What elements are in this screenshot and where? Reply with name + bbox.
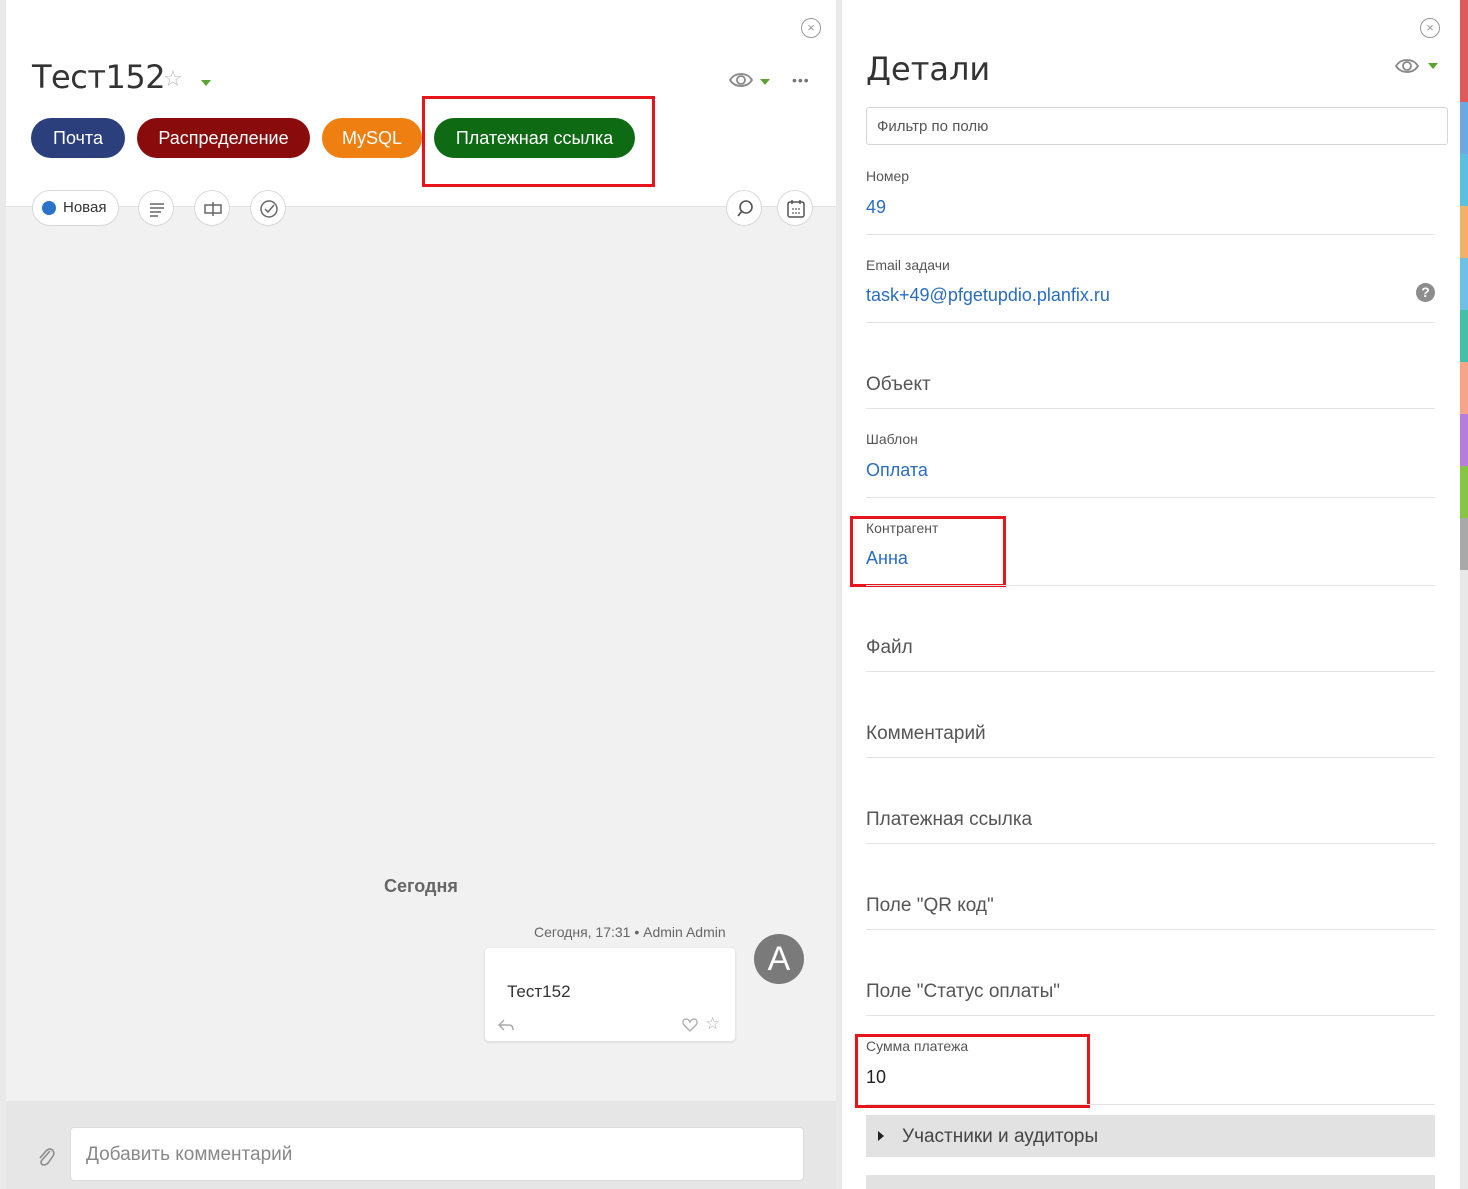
template-label: Шаблон <box>866 431 918 447</box>
next-section[interactable] <box>866 1175 1435 1189</box>
close-details-icon[interactable]: × <box>1420 18 1440 38</box>
divider <box>866 929 1435 930</box>
avatar[interactable]: A <box>754 934 804 984</box>
message-card: Тест152 ☆ <box>485 948 735 1041</box>
divider <box>866 1015 1435 1016</box>
message-meta: Сегодня, 17:31 • Admin Admin <box>534 924 726 940</box>
checklist-button[interactable] <box>250 190 286 226</box>
close-task-icon[interactable]: × <box>801 18 821 38</box>
task-header: × Тест152 ☆ ••• Почта Распределение MySQ… <box>6 0 836 206</box>
toolbar-divider <box>6 206 836 207</box>
comment-input[interactable]: Добавить комментарий <box>70 1127 804 1181</box>
divider <box>866 322 1435 323</box>
help-icon[interactable]: ? <box>1416 283 1435 302</box>
divider <box>866 757 1435 758</box>
highlight-box <box>850 516 1006 587</box>
details-eye-icon[interactable] <box>1394 56 1420 76</box>
payment-status-field[interactable]: Поле "Статус оплаты" <box>866 981 1060 1003</box>
reply-icon[interactable] <box>497 1018 515 1032</box>
divider <box>866 843 1435 844</box>
highlight-box <box>855 1034 1090 1108</box>
divider <box>866 497 1435 498</box>
watch-caret-icon[interactable] <box>760 79 770 85</box>
template-value[interactable]: Оплата <box>866 460 928 481</box>
more-menu-icon[interactable]: ••• <box>792 72 810 88</box>
action-button-distribution[interactable]: Распределение <box>137 118 310 158</box>
email-label: Email задачи <box>866 257 950 273</box>
paperclip-icon[interactable] <box>36 1145 56 1169</box>
task-panel: × Тест152 ☆ ••• Почта Распределение MySQ… <box>6 0 836 1189</box>
number-value[interactable]: 49 <box>866 197 886 218</box>
status-dot-icon <box>42 201 56 215</box>
divider <box>866 1104 1435 1105</box>
details-title: Детали <box>866 50 991 88</box>
field-filter-input[interactable]: Фильтр по полю <box>866 107 1448 145</box>
divider <box>866 585 1435 586</box>
comment-bar: Добавить комментарий <box>6 1101 836 1189</box>
like-heart-icon[interactable] <box>682 1018 698 1032</box>
lines-icon <box>150 203 164 217</box>
object-field[interactable]: Объект <box>866 374 931 396</box>
description-button[interactable] <box>138 190 174 226</box>
divider <box>866 671 1435 672</box>
comment-field[interactable]: Комментарий <box>866 723 986 745</box>
title-caret-icon[interactable] <box>201 80 211 86</box>
payment-link-field[interactable]: Платежная ссылка <box>866 809 1032 831</box>
status-label: Новая <box>63 199 107 216</box>
status-button[interactable]: Новая <box>32 190 119 226</box>
check-circle-icon <box>260 200 278 218</box>
qr-code-field[interactable]: Поле "QR код" <box>866 895 994 917</box>
details-eye-caret-icon[interactable] <box>1428 63 1438 69</box>
watch-eye-icon[interactable] <box>728 70 754 90</box>
calendar-icon <box>787 200 805 218</box>
action-button-mysql[interactable]: MySQL <box>322 118 422 158</box>
fields-button[interactable] <box>194 190 230 226</box>
favorite-message-star-icon[interactable]: ☆ <box>705 1014 720 1034</box>
divider <box>866 234 1435 235</box>
email-value[interactable]: task+49@pfgetupdio.planfix.ru <box>866 285 1110 306</box>
task-title: Тест152 <box>32 58 166 96</box>
number-label: Номер <box>866 168 910 184</box>
input-field-icon <box>204 202 222 216</box>
search-icon <box>737 200 753 217</box>
calendar-button[interactable] <box>777 190 813 226</box>
divider <box>866 408 1435 409</box>
participants-section-toggle[interactable]: Участники и аудиторы <box>866 1115 1435 1157</box>
favorite-star-icon[interactable]: ☆ <box>163 66 183 92</box>
action-button-mail[interactable]: Почта <box>31 118 125 158</box>
participants-section-label: Участники и аудиторы <box>902 1126 1099 1147</box>
day-separator: Сегодня <box>384 876 458 896</box>
message-text: Тест152 <box>507 982 571 1001</box>
highlight-box <box>422 96 655 187</box>
expand-triangle-icon <box>878 1131 884 1141</box>
color-strip <box>1460 0 1468 1189</box>
file-field[interactable]: Файл <box>866 637 913 659</box>
details-panel: × Детали Фильтр по полю Номер 49 Email з… <box>842 0 1460 1189</box>
search-button[interactable] <box>726 190 762 226</box>
